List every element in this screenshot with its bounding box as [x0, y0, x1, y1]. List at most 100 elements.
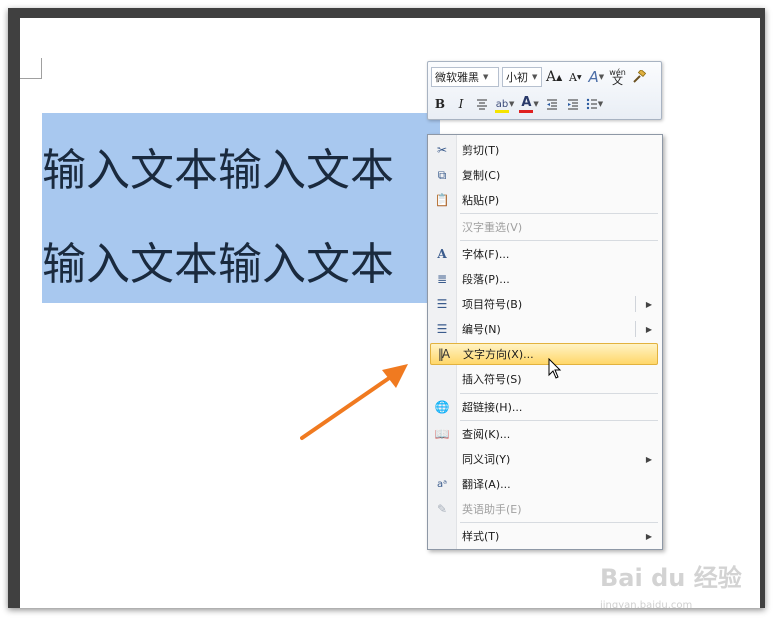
- font-color-icon: A: [519, 95, 534, 113]
- text-highlight-button[interactable]: ab ▼: [494, 94, 515, 114]
- highlight-color-icon: ab: [495, 96, 509, 113]
- menu-item-label: 英语助手(E): [462, 503, 522, 516]
- center-align-button[interactable]: [473, 94, 491, 114]
- shrink-font-button[interactable]: A ▼: [566, 67, 584, 87]
- watermark-url: jingyan.baidu.com: [600, 600, 693, 608]
- menu-item-insert-symbol[interactable]: 插入符号(S): [430, 368, 658, 390]
- mini-toolbar: 微软雅黑 ▼ 小初 ▼ A ▲ A ▼ A ▼ wén 文 B I ab ▼ A…: [427, 61, 662, 120]
- menu-item-label: 汉字重选(V): [462, 221, 523, 234]
- menu-item-cut[interactable]: ✂ 剪切(T): [430, 139, 658, 161]
- menu-item-text-direction[interactable]: ‖A 文字方向(X)...: [430, 343, 658, 365]
- mouse-cursor-icon: [548, 358, 562, 379]
- margin-corner-mark-vertical: [41, 58, 42, 79]
- ab-glyph: ab: [495, 98, 509, 110]
- menu-item-label: 段落(P)...: [462, 273, 510, 286]
- submenu-divider: [635, 321, 636, 337]
- document-text-line[interactable]: 输入文本输入文本: [42, 228, 462, 292]
- shrink-font-icon: A: [568, 70, 577, 84]
- menu-item-english-assistant: ✎ 英语助手(E): [430, 498, 658, 520]
- menu-item-bullets[interactable]: ☰ 项目符号(B) ▶: [430, 293, 658, 315]
- menu-item-font[interactable]: A 字体(F)...: [430, 243, 658, 265]
- bullets-icon: ☰: [436, 297, 448, 311]
- menu-item-label: 粘贴(P): [462, 194, 500, 207]
- paste-icon: 📋: [434, 193, 450, 207]
- font-name-value: 微软雅黑: [435, 71, 479, 84]
- menu-item-label: 查阅(K)...: [462, 428, 511, 441]
- submenu-arrow-icon: ▶: [645, 454, 652, 464]
- font-color-button[interactable]: A ▼: [518, 94, 539, 114]
- center-align-icon: [477, 99, 487, 110]
- menu-item-synonyms[interactable]: 同义词(Y) ▶: [430, 448, 658, 470]
- increase-indent-button[interactable]: [564, 94, 582, 114]
- increase-indent-icon: [567, 99, 578, 110]
- menu-separator: [460, 213, 658, 214]
- menu-item-translate[interactable]: aᵃ 翻译(A)...: [430, 473, 658, 495]
- font-color-bar: [519, 110, 534, 113]
- menu-separator: [460, 393, 658, 394]
- submenu-arrow-icon: ▶: [645, 299, 652, 309]
- bold-button[interactable]: B: [431, 94, 449, 114]
- menu-item-label: 项目符号(B): [462, 298, 523, 311]
- menu-item-label: 翻译(A)...: [462, 478, 511, 491]
- menu-item-label: 编号(N): [462, 323, 501, 336]
- font-size-combo[interactable]: 小初 ▼: [502, 67, 542, 87]
- menu-item-paragraph[interactable]: ≣ 段落(P)...: [430, 268, 658, 290]
- menu-item-label: 同义词(Y): [462, 453, 511, 466]
- margin-corner-mark: [20, 78, 42, 79]
- styles-button[interactable]: A ▼: [587, 67, 605, 87]
- grow-font-icon: A: [546, 69, 557, 85]
- menu-item-label: 文字方向(X)...: [463, 348, 534, 361]
- annotation-arrow-icon: [300, 364, 408, 440]
- submenu-arrow-icon: ▶: [645, 531, 652, 541]
- menu-item-paste[interactable]: 📋 粘贴(P): [430, 189, 658, 211]
- menu-item-label: 复制(C): [462, 169, 501, 182]
- mini-toolbar-row-2: B I ab ▼ A ▼ ▼: [431, 92, 604, 116]
- chevron-down-icon: ▼: [483, 73, 489, 81]
- document-text-line[interactable]: 输入文本输入文本: [42, 134, 462, 198]
- menu-item-label: 剪切(T): [462, 144, 500, 157]
- scissors-icon: ✂: [436, 143, 448, 157]
- chevron-down-icon: ▼: [509, 100, 515, 108]
- styles-icon: A: [588, 68, 599, 86]
- document-page[interactable]: 输入文本输入文本 输入文本输入文本 微软雅黑 ▼ 小初 ▼ A ▲ A ▼ A ▼ w…: [20, 18, 760, 608]
- grow-font-button[interactable]: A ▲: [545, 67, 563, 87]
- hyperlink-icon: 🌐: [434, 400, 450, 414]
- text-direction-icon: ‖A: [437, 347, 450, 361]
- chevron-down-icon: ▼: [532, 73, 538, 81]
- menu-item-reselect: 汉字重选(V): [430, 216, 658, 238]
- font-icon: A: [437, 247, 447, 261]
- menu-separator: [460, 240, 658, 241]
- menu-item-label: 字体(F)...: [462, 248, 510, 261]
- font-size-value: 小初: [506, 71, 528, 84]
- phonetic-guide-button[interactable]: wén 文: [608, 67, 627, 87]
- bullets-button[interactable]: ▼: [585, 94, 604, 114]
- italic-button[interactable]: I: [452, 94, 470, 114]
- menu-item-numbering[interactable]: ☰ 编号(N) ▶: [430, 318, 658, 340]
- copy-icon: ⧉: [437, 167, 447, 182]
- decrease-indent-icon: [546, 99, 557, 110]
- mini-toolbar-row-1: 微软雅黑 ▼ 小初 ▼ A ▲ A ▼ A ▼ wén 文: [431, 65, 648, 89]
- menu-item-copy[interactable]: ⧉ 复制(C): [430, 164, 658, 186]
- phonetic-guide-icon: wén 文: [609, 68, 626, 86]
- menu-item-label: 样式(T): [462, 530, 500, 543]
- chevron-down-icon: ▼: [533, 100, 539, 108]
- caret-up-icon: ▲: [556, 72, 563, 82]
- menu-item-label: 插入符号(S): [462, 373, 522, 386]
- english-assistant-icon: ✎: [436, 502, 448, 516]
- research-icon: 📖: [434, 427, 450, 441]
- font-name-combo[interactable]: 微软雅黑 ▼: [431, 67, 499, 87]
- context-menu: ✂ 剪切(T) ⧉ 复制(C) 📋 粘贴(P) 汉字重选(V) A 字体(F).…: [427, 134, 663, 550]
- menu-item-hyperlink[interactable]: 🌐 超链接(H)...: [430, 396, 658, 418]
- menu-item-research[interactable]: 📖 查阅(K)...: [430, 423, 658, 445]
- bullets-icon: [586, 98, 597, 110]
- menu-item-styles[interactable]: 样式(T) ▶: [430, 525, 658, 547]
- baidu-watermark: Bai du 经验 jingyan.baidu.com: [600, 558, 760, 608]
- caret-down-icon: ▼: [576, 73, 582, 81]
- translate-icon: aᵃ: [436, 478, 448, 490]
- submenu-arrow-icon: ▶: [645, 324, 652, 334]
- format-painter-icon: [633, 70, 646, 83]
- format-painter-button[interactable]: [630, 67, 648, 87]
- menu-separator: [460, 420, 658, 421]
- decrease-indent-button[interactable]: [543, 94, 561, 114]
- paragraph-icon: ≣: [436, 272, 448, 286]
